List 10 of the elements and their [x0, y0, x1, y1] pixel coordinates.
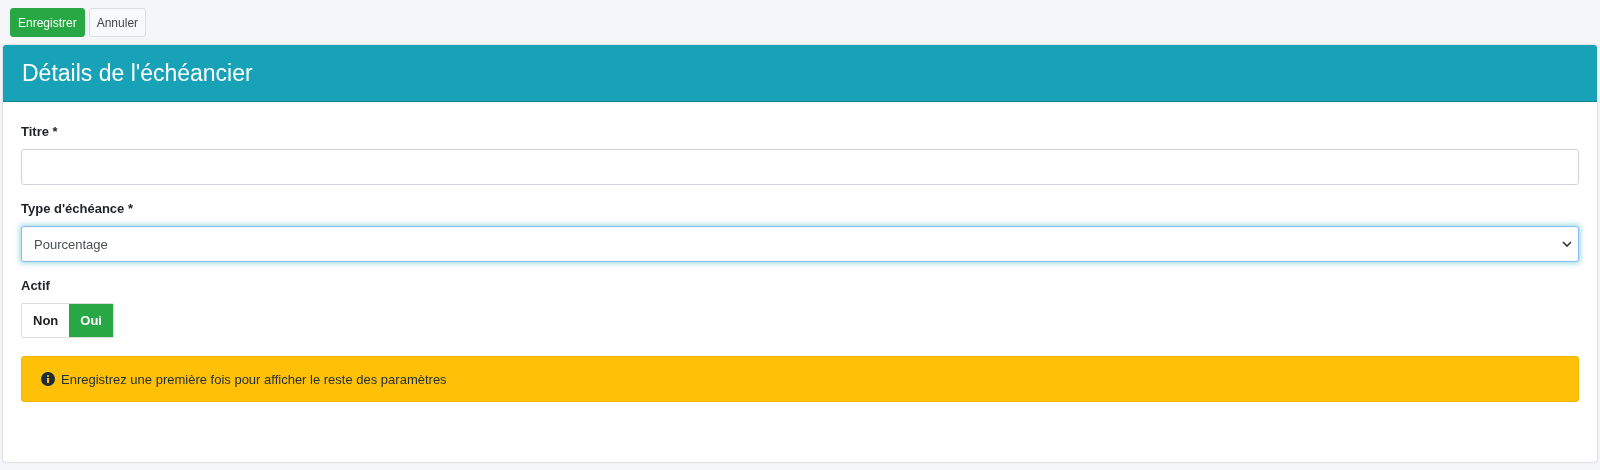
field-label: Titre *	[21, 124, 58, 139]
cancel-button[interactable]: Annuler	[88, 8, 147, 37]
field-label: Actif	[21, 278, 50, 293]
info-icon	[41, 372, 55, 386]
caret-icon	[1562, 240, 1572, 248]
card-title: Détails de l'échéancier	[22, 59, 253, 87]
select-field[interactable]: Pourcentage	[21, 226, 1579, 262]
alert-message: Enregistrez une première fois pour afficher le reste des paramètres	[61, 371, 447, 387]
input-field[interactable]	[21, 149, 1579, 185]
field-label: Type d'échéance *	[21, 201, 133, 216]
